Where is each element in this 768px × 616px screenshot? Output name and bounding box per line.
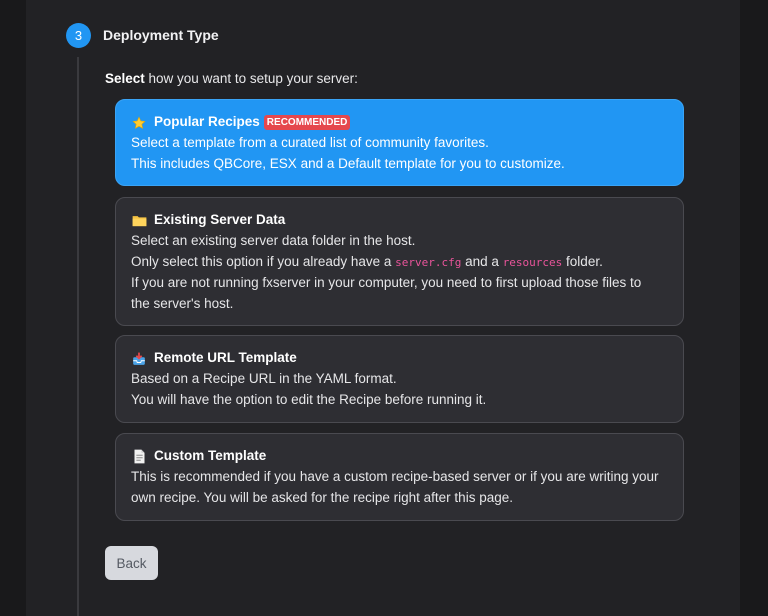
inbox-tray-icon (131, 351, 147, 367)
card-description-line: This includes QBCore, ESX and a Default … (131, 155, 565, 171)
card-text: Only select this option if you already h… (131, 253, 396, 269)
card-description-line: the server's host. (131, 295, 234, 311)
card-title: Popular Recipes (154, 114, 260, 130)
recommended-badge: RECOMMENDED (263, 115, 351, 130)
back-button[interactable]: Back (105, 546, 158, 580)
card-description-line: Based on a Recipe URL in the YAML format… (131, 371, 397, 386)
card-description-line: Select an existing server data folder in… (131, 233, 416, 248)
option-remote-url-template[interactable]: Remote URL Template Based on a Recipe UR… (115, 335, 684, 423)
card-text: and a (461, 253, 503, 269)
folder-icon (131, 213, 147, 229)
card-description-line: Only select this option if you already h… (131, 252, 668, 274)
star-icon (131, 115, 147, 131)
option-existing-server-data[interactable]: Existing Server Data Select an existing … (115, 197, 684, 326)
intro-rest: how you want to setup your server: (144, 71, 358, 86)
option-popular-recipes[interactable]: Popular Recipes RECOMMENDED Select a tem… (115, 99, 684, 186)
card-description-line: This is recommended if you have a custom… (131, 469, 659, 484)
code-resources: resources (502, 255, 563, 269)
intro-text: Select how you want to setup your server… (105, 71, 358, 86)
step-number-badge: 3 (66, 23, 91, 48)
card-text: folder. (562, 253, 603, 269)
card-description-line: If you are not running fxserver in your … (131, 275, 642, 290)
card-description-line: Select a template from a curated list of… (131, 135, 489, 150)
card-title: Custom Template (154, 448, 267, 464)
card-description-line: You will have the option to edit the Rec… (131, 391, 487, 407)
intro-bold: Select (105, 71, 145, 86)
card-description-line: own recipe. You will be asked for the re… (131, 489, 513, 505)
option-custom-template[interactable]: Custom Template This is recommended if y… (115, 433, 684, 521)
step-title: Deployment Type (103, 27, 219, 43)
card-title: Existing Server Data (154, 212, 286, 228)
document-icon (131, 449, 147, 465)
step-connector-line (77, 57, 79, 616)
code-server-cfg: server.cfg (395, 255, 462, 269)
card-title: Remote URL Template (154, 350, 297, 366)
